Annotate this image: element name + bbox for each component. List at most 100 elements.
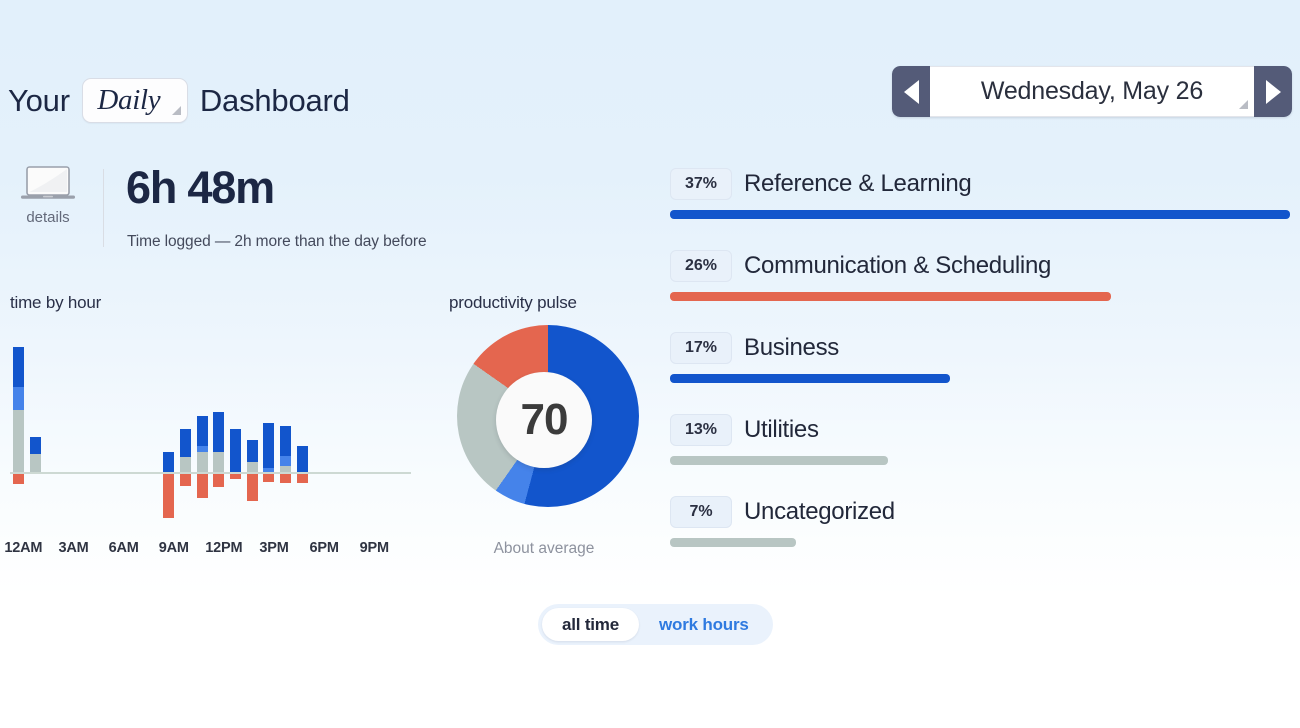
x-axis-tick-label: 9AM	[158, 540, 189, 556]
x-axis-tick-label: 12PM	[205, 540, 243, 556]
x-axis-tick-label: 9PM	[359, 540, 389, 556]
title-suffix: Dashboard	[199, 82, 350, 118]
x-axis-tick-label: 6PM	[309, 540, 339, 556]
bar-positive-stack	[296, 446, 308, 472]
bar-segment	[280, 466, 292, 472]
bar-positive-stack	[280, 426, 292, 472]
summary-divider	[103, 169, 104, 247]
date-navigator: Wednesday, May 26	[892, 66, 1292, 117]
category-bar-fill	[670, 456, 889, 465]
bar-column[interactable]	[163, 320, 175, 530]
bar-positive-stack	[163, 452, 175, 472]
bar-segment	[213, 452, 225, 472]
category-name-label: Uncategorized	[744, 498, 895, 525]
category-row[interactable]: 37% Reference & Learning	[670, 168, 1290, 219]
previous-day-button[interactable]	[892, 66, 930, 117]
triangle-left-icon	[903, 79, 919, 104]
category-bar-track	[670, 456, 1290, 465]
bar-segment	[246, 462, 258, 472]
chart-baseline	[10, 472, 411, 474]
next-day-button[interactable]	[1254, 66, 1292, 117]
bar-column[interactable]	[280, 320, 292, 530]
bar-segment	[213, 412, 225, 452]
bar-segment	[246, 440, 258, 462]
bar-segment	[12, 347, 24, 387]
x-axis-tick-label: 3AM	[58, 540, 89, 556]
bar-segment	[280, 426, 292, 456]
bar-positive-stack	[246, 440, 258, 472]
bar-column[interactable]	[179, 320, 191, 530]
bar-column[interactable]	[230, 320, 242, 530]
x-axis-tick-label: 3PM	[259, 540, 289, 556]
details-button[interactable]: details	[16, 165, 80, 226]
chevron-down-icon	[1239, 100, 1248, 109]
category-header: 13% Utilities	[670, 414, 1290, 446]
total-time-subtitle: Time logged — 2h more than the day befor…	[127, 233, 427, 250]
bar-negative-segment	[12, 474, 24, 484]
page-header: Your Daily Dashboard Wednesday, May 26	[0, 66, 1300, 136]
category-bar-fill	[670, 538, 796, 547]
bar-segment	[296, 446, 308, 472]
bar-segment	[29, 437, 41, 454]
bar-column[interactable]	[296, 320, 308, 530]
bar-segment	[263, 423, 275, 468]
category-header: 26% Communication & Scheduling	[670, 250, 1290, 282]
category-header: 7% Uncategorized	[670, 496, 1290, 528]
bar-negative-segment	[263, 474, 275, 482]
x-axis-tick-label: 6AM	[108, 540, 139, 556]
category-percent-badge: 17%	[670, 332, 732, 364]
category-row[interactable]: 26% Communication & Scheduling	[670, 250, 1290, 301]
bar-column[interactable]	[246, 320, 258, 530]
bar-positive-stack	[12, 347, 24, 472]
time-by-hour-x-axis: 12AM 3AM 6AM 9AM 12PM 3PM 6PM 9PM	[0, 540, 430, 564]
bar-positive-stack	[179, 429, 191, 472]
productivity-pulse-chart: 70 About average	[449, 325, 639, 557]
category-row[interactable]: 13% Utilities	[670, 414, 1290, 465]
productivity-pulse-title: productivity pulse	[449, 293, 577, 312]
category-bar-track	[670, 538, 1290, 547]
toggle-option-work-hours[interactable]: work hours	[639, 608, 769, 641]
bar-negative-segment	[280, 474, 292, 483]
category-percent-badge: 37%	[670, 168, 732, 200]
title-prefix: Your	[8, 82, 70, 118]
category-name-label: Communication & Scheduling	[744, 252, 1052, 279]
bar-segment	[230, 429, 242, 472]
bar-segment	[29, 454, 41, 472]
bar-positive-stack	[213, 412, 225, 472]
bar-column[interactable]	[213, 320, 225, 530]
bar-negative-segment	[179, 474, 191, 486]
donut-center: 70	[496, 372, 592, 468]
date-display[interactable]: Wednesday, May 26	[930, 66, 1254, 117]
total-time-value: 6h 48m	[126, 162, 275, 213]
bar-negative-segment	[196, 474, 208, 498]
category-name-label: Utilities	[744, 416, 819, 443]
laptop-icon	[21, 166, 75, 199]
summary-section: details 6h 48m Time logged — 2h more tha…	[0, 162, 660, 265]
period-selector-label: Daily	[97, 83, 161, 116]
chevron-down-icon	[171, 105, 181, 115]
period-selector[interactable]: Daily	[81, 77, 188, 123]
bar-negative-segment	[296, 474, 308, 483]
bar-column[interactable]	[196, 320, 208, 530]
bar-segment	[12, 387, 24, 410]
x-axis-tick-label: 12AM	[4, 540, 43, 556]
bar-segment	[12, 410, 24, 472]
bar-segment	[179, 457, 191, 472]
bar-positive-stack	[29, 437, 41, 472]
dashboard-page: Your Daily Dashboard Wednesday, May 26 d…	[0, 0, 1300, 728]
bar-column[interactable]	[12, 320, 24, 530]
category-bar-track	[670, 374, 1290, 383]
category-bar-track	[670, 292, 1290, 301]
pulse-caption: About average	[493, 540, 595, 557]
bar-column[interactable]	[263, 320, 275, 530]
bar-column[interactable]	[29, 320, 41, 530]
bar-positive-stack	[196, 416, 208, 472]
triangle-right-icon	[1265, 79, 1281, 104]
category-bar-fill	[670, 292, 1112, 301]
toggle-option-all-time[interactable]: all time	[542, 608, 639, 641]
category-row[interactable]: 17% Business	[670, 332, 1290, 383]
category-bar-fill	[670, 374, 951, 383]
category-bar-track	[670, 210, 1290, 219]
category-row[interactable]: 7% Uncategorized	[670, 496, 1290, 547]
details-label: details	[26, 209, 70, 226]
